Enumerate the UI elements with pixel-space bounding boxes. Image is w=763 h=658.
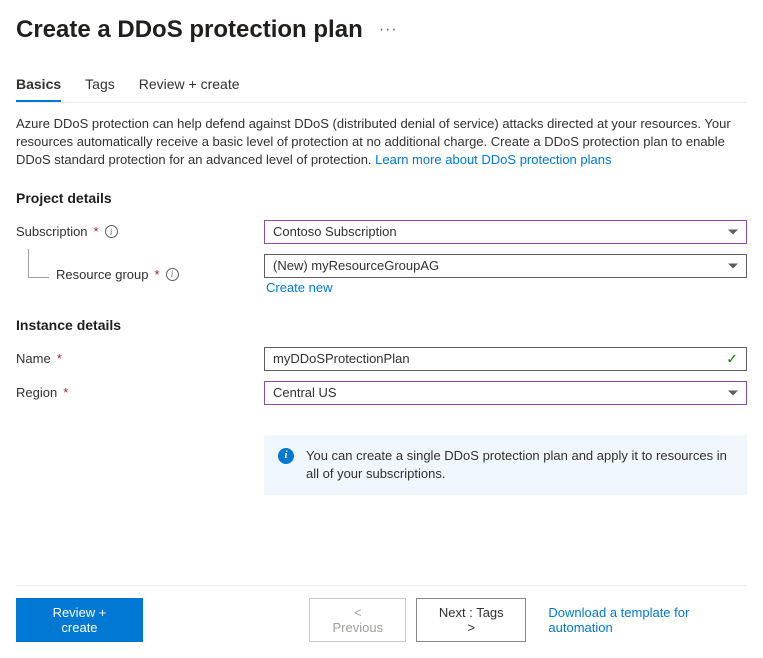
next-button[interactable]: Next : Tags > — [416, 598, 526, 642]
subscription-label: Subscription — [16, 224, 88, 239]
instance-details-title: Instance details — [16, 317, 747, 333]
name-label: Name — [16, 351, 51, 366]
project-details-section: Project details Subscription * i Contoso… — [16, 190, 747, 295]
project-details-title: Project details — [16, 190, 747, 206]
info-banner-icon: i — [278, 448, 294, 464]
info-icon[interactable]: i — [105, 225, 118, 238]
chevron-down-icon — [728, 229, 738, 234]
subscription-value: Contoso Subscription — [273, 224, 397, 239]
more-icon[interactable]: ··· — [379, 21, 398, 39]
required-indicator: * — [94, 224, 99, 239]
tab-basics[interactable]: Basics — [16, 68, 61, 102]
required-indicator: * — [57, 351, 62, 366]
page-title: Create a DDoS protection plan — [16, 16, 363, 44]
chevron-down-icon — [728, 263, 738, 268]
info-banner-text: You can create a single DDoS protection … — [306, 447, 733, 483]
name-value: myDDoSProtectionPlan — [273, 351, 410, 366]
required-indicator: * — [155, 267, 160, 282]
resource-group-label: Resource group — [56, 267, 149, 282]
info-banner: i You can create a single DDoS protectio… — [264, 435, 747, 495]
tab-tags[interactable]: Tags — [85, 68, 115, 102]
region-label: Region — [16, 385, 57, 400]
previous-button: < Previous — [309, 598, 406, 642]
subscription-dropdown[interactable]: Contoso Subscription — [264, 220, 747, 244]
download-template-link[interactable]: Download a template for automation — [548, 605, 747, 635]
resource-group-value: (New) myResourceGroupAG — [273, 258, 439, 273]
description-body: Azure DDoS protection can help defend ag… — [16, 116, 731, 167]
tabs: Basics Tags Review + create — [16, 68, 747, 103]
tab-review[interactable]: Review + create — [139, 68, 240, 102]
footer: Review + create < Previous Next : Tags >… — [16, 585, 747, 642]
create-new-link[interactable]: Create new — [266, 280, 332, 295]
required-indicator: * — [63, 385, 68, 400]
region-dropdown[interactable]: Central US — [264, 381, 747, 405]
chevron-down-icon — [728, 390, 738, 395]
check-icon: ✓ — [726, 350, 738, 367]
resource-group-dropdown[interactable]: (New) myResourceGroupAG — [264, 254, 747, 278]
description-text: Azure DDoS protection can help defend ag… — [16, 115, 747, 170]
learn-more-link[interactable]: Learn more about DDoS protection plans — [375, 152, 611, 167]
instance-details-section: Instance details Name * myDDoSProtection… — [16, 317, 747, 405]
name-input[interactable]: myDDoSProtectionPlan ✓ — [264, 347, 747, 371]
review-create-button[interactable]: Review + create — [16, 598, 143, 642]
region-value: Central US — [273, 385, 337, 400]
info-icon[interactable]: i — [166, 268, 179, 281]
